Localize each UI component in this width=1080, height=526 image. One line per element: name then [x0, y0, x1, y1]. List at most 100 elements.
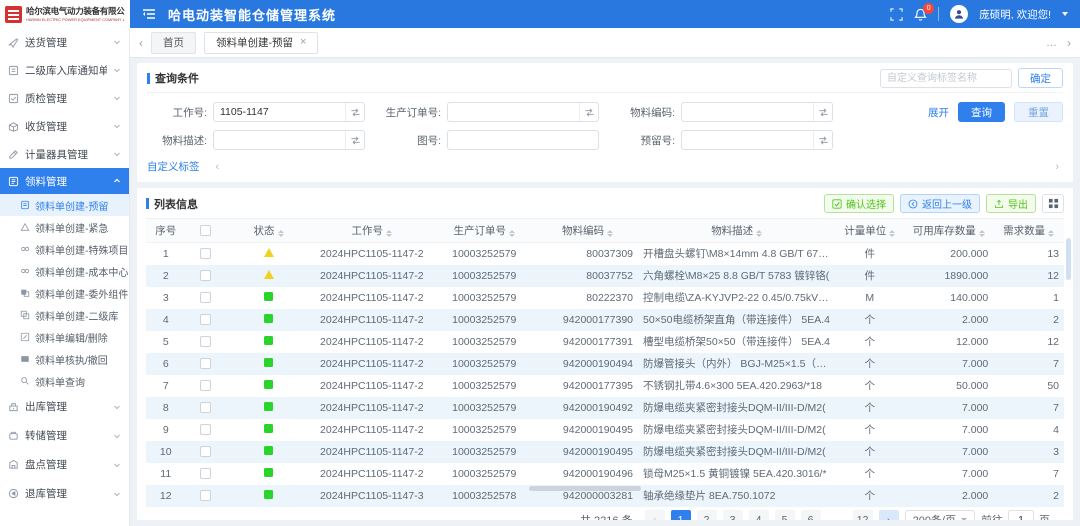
page-button[interactable]: 6 — [801, 510, 821, 521]
row-checkbox[interactable] — [200, 446, 211, 457]
row-checkbox[interactable] — [200, 468, 211, 479]
table-row[interactable]: 2 2024HPC1105-1147-2 10003252579 8003775… — [146, 265, 1064, 287]
col-material-desc[interactable]: 物料描述 — [638, 219, 835, 243]
col-required-qty[interactable]: 需求数量 — [993, 219, 1064, 243]
table-row[interactable]: 3 2024HPC1105-1147-2 10003252579 8022237… — [146, 287, 1064, 309]
sidebar-item-delivery[interactable]: 送货管理 — [0, 28, 129, 56]
select-all-checkbox[interactable] — [200, 225, 211, 236]
sidebar-subitem-create-secondary-warehouse[interactable]: 领料单创建-二级库 — [0, 304, 129, 326]
user-avatar[interactable] — [950, 5, 968, 23]
page-button[interactable]: 2 — [697, 510, 717, 521]
expand-filters-link[interactable]: 展开 — [928, 105, 949, 120]
tags-scroll-right-icon[interactable]: › — [1055, 161, 1059, 173]
drawing-no-input[interactable] — [448, 134, 598, 146]
tab-close-icon[interactable]: × — [300, 37, 306, 48]
back-to-parent-button[interactable]: 返回上一级 — [900, 194, 980, 213]
multi-value-filter-icon[interactable] — [345, 131, 364, 149]
sort-icon[interactable] — [1048, 230, 1054, 237]
vertical-scrollbar-thumb[interactable] — [1066, 238, 1071, 280]
page-button[interactable]: 4 — [749, 510, 769, 521]
sidebar-subitem-query[interactable]: 领料单查询 — [0, 370, 129, 392]
page-button[interactable]: 1 — [671, 510, 691, 521]
table-row[interactable]: 10 2024HPC1105-1147-2 10003252579 942000… — [146, 441, 1064, 463]
tab-requisition-create-reserve[interactable]: 领料单创建-预留 × — [204, 32, 318, 54]
prev-page-icon[interactable]: ‹ — [645, 510, 665, 521]
table-row[interactable]: 4 2024HPC1105-1147-2 10003252579 9420001… — [146, 309, 1064, 331]
table-row[interactable]: 7 2024HPC1105-1147-2 10003252579 9420001… — [146, 375, 1064, 397]
confirm-select-button[interactable]: 确认选择 — [824, 194, 894, 213]
sort-icon[interactable] — [756, 230, 762, 237]
table-row[interactable]: 9 2024HPC1105-1147-2 10003252579 9420001… — [146, 419, 1064, 441]
row-checkbox[interactable] — [200, 380, 211, 391]
tabs-scroll-left-icon[interactable]: ‹ — [139, 36, 143, 50]
multi-value-filter-icon[interactable] — [813, 131, 832, 149]
tags-scroll-left-icon[interactable]: ‹ — [216, 161, 220, 173]
row-checkbox[interactable] — [200, 336, 211, 347]
row-checkbox[interactable] — [200, 314, 211, 325]
sidebar-subitem-create-outsourced[interactable]: 领料单创建-委外组件 — [0, 282, 129, 304]
sort-icon[interactable] — [386, 230, 392, 237]
reset-button[interactable]: 重置 — [1014, 102, 1063, 122]
sidebar-group-material-requisition[interactable]: 领料管理 — [0, 168, 129, 194]
table-row[interactable]: 11 2024HPC1105-1147-2 10003252579 942000… — [146, 463, 1064, 485]
collapse-sidebar-icon[interactable] — [142, 8, 156, 20]
sidebar-item-transfer[interactable]: 转储管理 — [0, 421, 129, 450]
table-row[interactable]: 6 2024HPC1105-1147-2 10003252579 9420001… — [146, 353, 1064, 375]
sidebar-item-stocktake[interactable]: 盘点管理 — [0, 450, 129, 479]
table-row[interactable]: 1 2024HPC1105-1147-2 10003252579 8003730… — [146, 243, 1064, 265]
tab-home[interactable]: 首页 — [151, 32, 196, 54]
sort-icon[interactable] — [979, 230, 985, 237]
row-checkbox[interactable] — [200, 490, 211, 501]
material-desc-input[interactable] — [214, 134, 345, 146]
horizontal-scrollbar-thumb[interactable] — [529, 486, 641, 491]
notifications-bell-icon[interactable]: 0 — [914, 8, 927, 21]
col-status[interactable]: 状态 — [225, 219, 312, 243]
sidebar-item-return-warehouse[interactable]: 退库管理 — [0, 479, 129, 508]
table-row[interactable]: 5 2024HPC1105-1147-2 10003252579 9420001… — [146, 331, 1064, 353]
table-row[interactable]: 8 2024HPC1105-1147-2 10003252579 9420001… — [146, 397, 1064, 419]
sidebar-subitem-create-cost-center[interactable]: 领料单创建-成本中心 — [0, 260, 129, 282]
row-checkbox[interactable] — [200, 248, 211, 259]
sidebar-subitem-create-reserve[interactable]: 领料单创建-预留 — [0, 194, 129, 216]
confirm-tag-button[interactable]: 确定 — [1018, 68, 1063, 88]
export-button[interactable]: 导出 — [986, 194, 1036, 213]
row-checkbox[interactable] — [200, 292, 211, 303]
next-page-icon[interactable]: › — [879, 510, 899, 521]
fullscreen-icon[interactable] — [890, 8, 903, 21]
col-prod-order[interactable]: 生产订单号 — [431, 219, 537, 243]
user-menu-caret-icon[interactable] — [1062, 12, 1068, 16]
sidebar-item-secondary-inbound-notice[interactable]: 二级库入库通知单 — [0, 56, 129, 84]
sidebar-subitem-create-urgent[interactable]: 领料单创建-紧急 — [0, 216, 129, 238]
col-material-code[interactable]: 物料编码 — [537, 219, 638, 243]
row-checkbox[interactable] — [200, 424, 211, 435]
goto-page-input[interactable] — [1008, 510, 1034, 520]
prod-order-input[interactable] — [448, 106, 579, 118]
col-select-all[interactable] — [185, 219, 224, 243]
col-work-no[interactable]: 工作号 — [312, 219, 431, 243]
tabs-more-icon[interactable]: … — [1046, 37, 1057, 49]
page-button[interactable]: 5 — [775, 510, 795, 521]
sort-icon[interactable] — [278, 230, 284, 237]
row-checkbox[interactable] — [200, 358, 211, 369]
col-unit[interactable]: 计量单位 — [835, 219, 904, 243]
row-checkbox[interactable] — [200, 402, 211, 413]
page-button[interactable]: 12 — [853, 510, 873, 521]
multi-value-filter-icon[interactable] — [345, 103, 364, 121]
sidebar-item-receiving[interactable]: 收货管理 — [0, 112, 129, 140]
material-code-input[interactable] — [682, 106, 813, 118]
page-size-select[interactable]: 200条/页 — [905, 510, 975, 521]
tabs-scroll-right-icon[interactable]: › — [1067, 36, 1071, 50]
col-available-qty[interactable]: 可用库存数量 — [904, 219, 993, 243]
pages-ellipsis[interactable]: … — [827, 510, 847, 521]
page-button[interactable]: 3 — [723, 510, 743, 521]
custom-tag-link[interactable]: 自定义标签 — [147, 159, 200, 174]
sort-icon[interactable] — [889, 230, 895, 237]
multi-value-filter-icon[interactable] — [813, 103, 832, 121]
sidebar-subitem-approve-withdraw[interactable]: 领料单核执/撤回 — [0, 348, 129, 370]
sort-icon[interactable] — [607, 230, 613, 237]
work-no-input[interactable] — [214, 106, 345, 118]
sidebar-subitem-create-special-project[interactable]: 领料单创建-特殊项目 — [0, 238, 129, 260]
sort-icon[interactable] — [509, 230, 515, 237]
multi-value-filter-icon[interactable] — [579, 103, 598, 121]
sidebar-item-measuring-tools[interactable]: 计量器具管理 — [0, 140, 129, 168]
